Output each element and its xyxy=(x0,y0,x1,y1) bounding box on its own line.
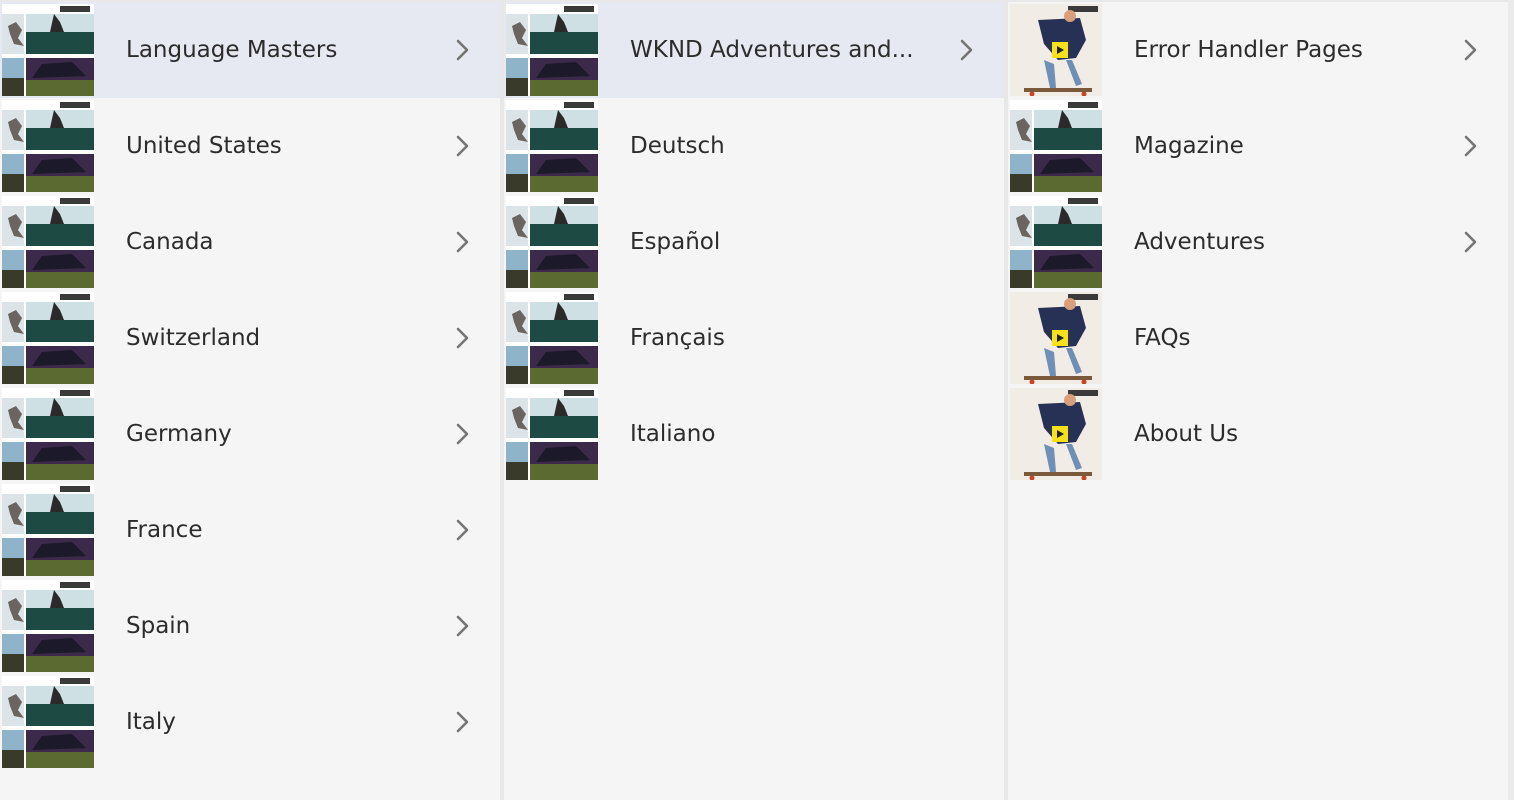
collage-thumbnail xyxy=(1010,100,1102,192)
skater-thumbnail xyxy=(1010,292,1102,384)
item-label: Adventures xyxy=(1134,229,1265,255)
list-item[interactable]: Germany xyxy=(0,386,500,482)
list-item[interactable]: Error Handler Pages xyxy=(1008,2,1508,98)
item-label: Error Handler Pages xyxy=(1134,37,1363,63)
list-item[interactable]: Spain xyxy=(0,578,500,674)
chevron-right-icon[interactable] xyxy=(450,422,474,446)
collage-thumbnail xyxy=(506,388,598,480)
item-label: FAQs xyxy=(1134,325,1191,351)
item-label: Canada xyxy=(126,229,214,255)
list-item[interactable]: Magazine xyxy=(1008,98,1508,194)
column-edge xyxy=(1508,0,1514,800)
collage-thumbnail xyxy=(2,292,94,384)
collage-thumbnail xyxy=(2,4,94,96)
chevron-right-icon[interactable] xyxy=(1458,134,1482,158)
list-item[interactable]: WKND Adventures and... xyxy=(504,2,1004,98)
item-label: Language Masters xyxy=(126,37,338,63)
chevron-right-icon[interactable] xyxy=(954,38,978,62)
item-label: France xyxy=(126,517,203,543)
chevron-right-icon[interactable] xyxy=(450,326,474,350)
skater-thumbnail xyxy=(1010,4,1102,96)
item-label: Switzerland xyxy=(126,325,261,351)
item-label: Magazine xyxy=(1134,133,1244,159)
skater-thumbnail xyxy=(1010,388,1102,480)
collage-thumbnail xyxy=(2,484,94,576)
column-wknd-adventures: Error Handler Pages Magazine Adventures FAQ… xyxy=(1008,2,1508,800)
chevron-right-icon[interactable] xyxy=(450,518,474,542)
column-view: Language Masters United States Canada Switz… xyxy=(0,0,1514,800)
collage-thumbnail xyxy=(2,388,94,480)
list-item[interactable]: Deutsch xyxy=(504,98,1004,194)
collage-thumbnail xyxy=(506,100,598,192)
collage-thumbnail xyxy=(2,100,94,192)
list-item[interactable]: France xyxy=(0,482,500,578)
chevron-right-icon[interactable] xyxy=(1458,230,1482,254)
collage-thumbnail xyxy=(506,196,598,288)
column-sites: Language Masters United States Canada Switz… xyxy=(0,2,500,800)
collage-thumbnail xyxy=(2,676,94,768)
item-label: Germany xyxy=(126,421,232,447)
list-item[interactable]: Canada xyxy=(0,194,500,290)
list-item[interactable]: Language Masters xyxy=(0,2,500,98)
chevron-right-icon[interactable] xyxy=(1458,38,1482,62)
item-label: Spain xyxy=(126,613,191,639)
chevron-right-icon[interactable] xyxy=(450,134,474,158)
collage-thumbnail xyxy=(2,196,94,288)
chevron-right-icon[interactable] xyxy=(450,710,474,734)
chevron-right-icon[interactable] xyxy=(450,38,474,62)
list-item[interactable]: About Us xyxy=(1008,386,1508,482)
list-item[interactable]: FAQs xyxy=(1008,290,1508,386)
item-label: Español xyxy=(630,229,721,255)
list-item[interactable]: Adventures xyxy=(1008,194,1508,290)
item-label: Italiano xyxy=(630,421,716,447)
column-language-masters: WKND Adventures and... Deutsch Español Fran… xyxy=(504,2,1004,800)
chevron-right-icon[interactable] xyxy=(450,230,474,254)
item-label: United States xyxy=(126,133,282,159)
item-label: Italy xyxy=(126,709,176,735)
list-item[interactable]: Italy xyxy=(0,674,500,770)
list-item[interactable]: Español xyxy=(504,194,1004,290)
item-label: About Us xyxy=(1134,421,1239,447)
list-item[interactable]: Switzerland xyxy=(0,290,500,386)
list-item[interactable]: United States xyxy=(0,98,500,194)
collage-thumbnail xyxy=(506,4,598,96)
item-label: Français xyxy=(630,325,725,351)
list-item[interactable]: Italiano xyxy=(504,386,1004,482)
item-label: WKND Adventures and... xyxy=(630,37,914,63)
collage-thumbnail xyxy=(2,580,94,672)
collage-thumbnail xyxy=(506,292,598,384)
list-item[interactable]: Français xyxy=(504,290,1004,386)
item-label: Deutsch xyxy=(630,133,725,159)
chevron-right-icon[interactable] xyxy=(450,614,474,638)
collage-thumbnail xyxy=(1010,196,1102,288)
